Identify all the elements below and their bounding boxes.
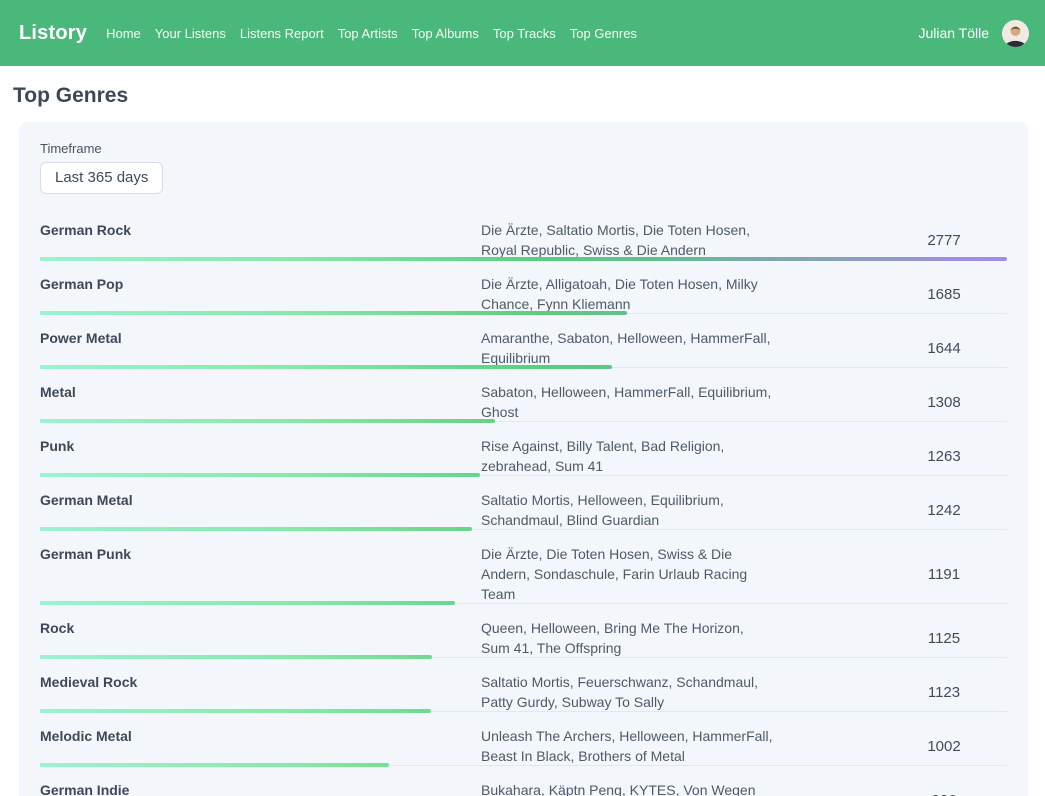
genre-top-artists: Amaranthe, Sabaton, Helloween, HammerFal…: [481, 328, 776, 368]
genre-name: German Indie: [40, 780, 481, 796]
genre-top-artists: Saltatio Mortis, Feuerschwanz, Schandmau…: [481, 672, 776, 712]
genre-name: Power Metal: [40, 328, 481, 368]
nav-user-area: Julian Tölle: [918, 20, 1029, 47]
user-photo-icon: [1002, 20, 1029, 47]
genre-top-artists: Die Ärzte, Saltatio Mortis, Die Toten Ho…: [481, 220, 776, 260]
genre-row-rock: RockQueen, Helloween, Bring Me The Horiz…: [40, 605, 1007, 659]
genre-row-power-metal: Power MetalAmaranthe, Sabaton, Helloween…: [40, 315, 1007, 369]
genre-listen-count: 1644: [881, 340, 1007, 357]
nav-link-home[interactable]: Home: [106, 26, 141, 41]
genre-top-artists: Die Ärzte, Alligatoah, Die Toten Hosen, …: [481, 274, 776, 314]
genre-name: Punk: [40, 436, 481, 476]
genre-listen-count: 1308: [881, 394, 1007, 411]
timeframe-filter: Timeframe Last 365 days: [40, 141, 1007, 194]
genre-row-german-punk: German PunkDie Ärzte, Die Toten Hosen, S…: [40, 531, 1007, 605]
genre-listen-count: 1125: [881, 630, 1007, 647]
nav-link-your-listens[interactable]: Your Listens: [155, 26, 226, 41]
genre-top-artists: Unleash The Archers, Helloween, HammerFa…: [481, 726, 776, 766]
genre-listen-count: 1191: [881, 566, 1007, 583]
genre-row-medieval-rock: Medieval RockSaltatio Mortis, Feuerschwa…: [40, 659, 1007, 713]
genre-name: German Punk: [40, 544, 481, 604]
genre-listen-count: 1685: [881, 286, 1007, 303]
genre-listen-count: 1263: [881, 448, 1007, 465]
genre-name: German Rock: [40, 220, 481, 260]
genre-top-artists: Bukahara, Käptn Peng, KYTES, Von Wegen L…: [481, 780, 776, 796]
timeframe-label: Timeframe: [40, 141, 1007, 156]
genre-row-german-indie: German IndieBukahara, Käptn Peng, KYTES,…: [40, 767, 1007, 796]
genre-top-artists: Sabaton, Helloween, HammerFall, Equilibr…: [481, 382, 776, 422]
genre-row-melodic-metal: Melodic MetalUnleash The Archers, Hellow…: [40, 713, 1007, 767]
nav-link-top-genres[interactable]: Top Genres: [570, 26, 637, 41]
genre-name: Melodic Metal: [40, 726, 481, 766]
nav-link-top-tracks[interactable]: Top Tracks: [493, 26, 556, 41]
genre-listen-count: 1242: [881, 502, 1007, 519]
genre-row-metal: MetalSabaton, Helloween, HammerFall, Equ…: [40, 369, 1007, 423]
brand-logo[interactable]: Listory: [19, 22, 87, 45]
genre-listen-count: 1123: [881, 684, 1007, 701]
genre-row-german-pop: German PopDie Ärzte, Alligatoah, Die Tot…: [40, 261, 1007, 315]
user-avatar[interactable]: [1002, 20, 1029, 47]
genre-row-german-rock: German RockDie Ärzte, Saltatio Mortis, D…: [40, 207, 1007, 261]
genre-row-german-metal: German MetalSaltatio Mortis, Helloween, …: [40, 477, 1007, 531]
genre-top-artists: Queen, Helloween, Bring Me The Horizon, …: [481, 618, 776, 658]
genre-name: Metal: [40, 382, 481, 422]
timeframe-select[interactable]: Last 365 days: [40, 162, 163, 194]
genre-top-artists: Die Ärzte, Die Toten Hosen, Swiss & Die …: [481, 544, 776, 604]
nav-link-top-albums[interactable]: Top Albums: [412, 26, 479, 41]
genre-name: German Pop: [40, 274, 481, 314]
genre-listen-count: 1002: [881, 738, 1007, 755]
genre-top-artists: Rise Against, Billy Talent, Bad Religion…: [481, 436, 776, 476]
genre-row-punk: PunkRise Against, Billy Talent, Bad Reli…: [40, 423, 1007, 477]
genre-top-artists: Saltatio Mortis, Helloween, Equilibrium,…: [481, 490, 776, 530]
navbar: Listory Home Your Listens Listens Report To…: [0, 0, 1045, 66]
nav-link-listens-report[interactable]: Listens Report: [240, 26, 324, 41]
user-name[interactable]: Julian Tölle: [918, 25, 989, 41]
genre-name: Rock: [40, 618, 481, 658]
nav-link-top-artists[interactable]: Top Artists: [338, 26, 398, 41]
nav-links: Home Your Listens Listens Report Top Artist…: [106, 26, 637, 41]
genre-listen-count: 926: [881, 792, 1007, 796]
genre-listen-count: 2777: [881, 232, 1007, 249]
genre-name: Medieval Rock: [40, 672, 481, 712]
genre-name: German Metal: [40, 490, 481, 530]
main-content: Top Genres Timeframe Last 365 days Germa…: [0, 84, 1045, 796]
genre-table: German RockDie Ärzte, Saltatio Mortis, D…: [40, 207, 1007, 796]
page-title: Top Genres: [13, 84, 1045, 108]
top-genres-card: Timeframe Last 365 days German RockDie Ä…: [19, 122, 1028, 796]
